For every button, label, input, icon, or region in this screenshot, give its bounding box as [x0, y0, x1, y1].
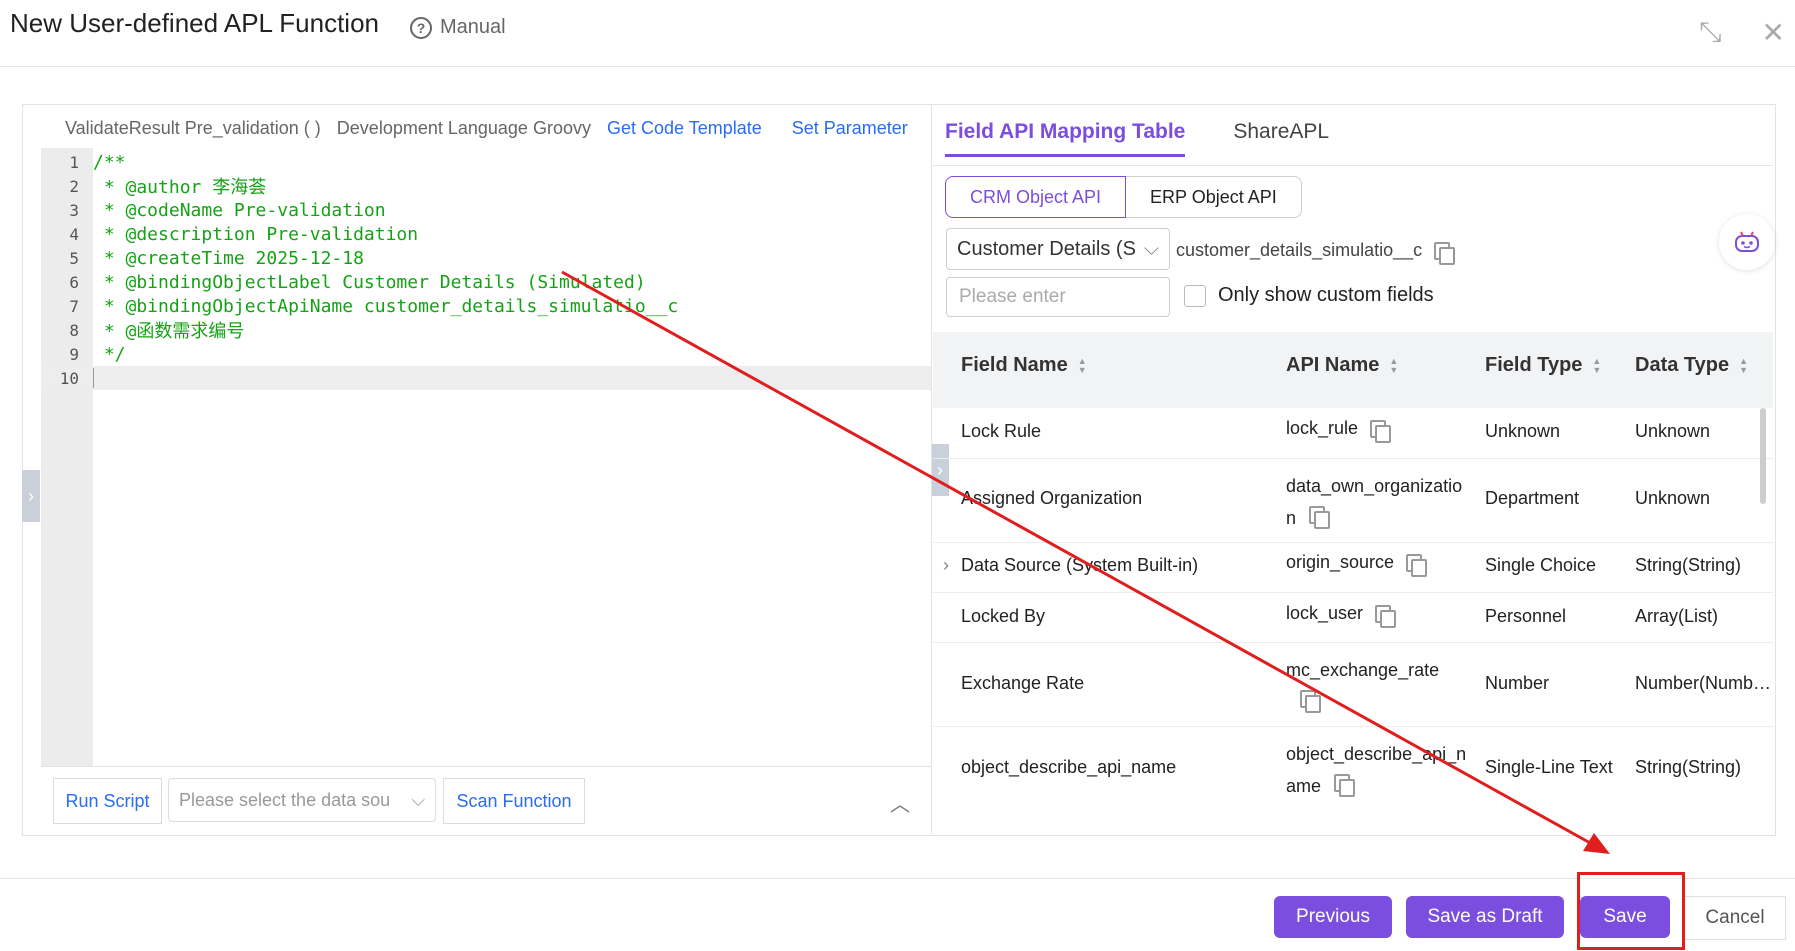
highlight-box	[1577, 872, 1685, 950]
previous-button[interactable]: Previous	[1274, 896, 1392, 938]
segment-crm-object-api[interactable]: CRM Object API	[945, 176, 1127, 218]
code-line: 5 * @createTime 2025-12-18	[69, 247, 364, 269]
code-line: 6 * @bindingObjectLabel Customer Details…	[69, 271, 646, 293]
data-source-select[interactable]: Please select the data sou ⌵	[168, 778, 436, 822]
code-lines[interactable]: 1/** 2 * @author 李海荟 3 * @codeName Pre-v…	[41, 150, 931, 390]
col-field-type[interactable]: Field Type ▲ ▼	[1485, 354, 1601, 377]
collapse-icon[interactable]: ︿	[890, 788, 910, 817]
field-type-cell: Number	[1485, 673, 1550, 693]
col-field-name[interactable]: Field Name ▲ ▼	[961, 354, 1087, 377]
data-type-cell: Number(Numb…	[1635, 673, 1772, 693]
run-script-button[interactable]: Run Script	[53, 778, 162, 824]
scan-function-button[interactable]: Scan Function	[443, 778, 585, 824]
get-code-template-link[interactable]: Get Code Template	[607, 118, 762, 139]
manual-link[interactable]: ? Manual	[410, 16, 506, 39]
text-caret	[93, 368, 94, 388]
field-type-cell: Single-Line Text	[1485, 757, 1613, 777]
header-divider	[0, 66, 1795, 67]
tab-shareapl[interactable]: ShareAPL	[1233, 120, 1329, 157]
object-select[interactable]: Customer Details (S ⌵	[946, 228, 1170, 270]
code-line: 7 * @bindingObjectApiName customer_detai…	[69, 295, 679, 317]
field-name-cell: Exchange Rate	[961, 673, 1085, 693]
object-select-value: Customer Details (S	[957, 237, 1136, 260]
field-name-cell: Lock Rule	[961, 421, 1042, 441]
field-name-cell: Data Source (System Built-in)	[961, 555, 1199, 575]
chevron-down-icon: ⌵	[1143, 237, 1159, 260]
sort-icon[interactable]: ▲ ▼	[1739, 356, 1748, 375]
code-line: 3 * @codeName Pre-validation	[69, 199, 386, 221]
code-line: 9 */	[69, 343, 126, 365]
tab-field-api-mapping[interactable]: Field API Mapping Table	[945, 120, 1186, 157]
code-line: 1/**	[69, 151, 126, 173]
right-panel-tabs: Field API Mapping Table ShareAPL	[945, 120, 1329, 157]
code-line-current: 10	[41, 366, 931, 390]
field-name-cell: Assigned Organization	[961, 488, 1143, 508]
data-type-cell: Array(List)	[1635, 606, 1719, 626]
language-label: Development Language Groovy	[336, 118, 591, 138]
copy-icon[interactable]	[1375, 604, 1397, 628]
custom-fields-checkbox[interactable]: Only show custom fields	[1184, 284, 1434, 307]
field-type-cell: Personnel	[1485, 606, 1567, 626]
field-search-input[interactable]: Please enter	[946, 277, 1170, 317]
close-icon[interactable]: ✕	[1762, 16, 1785, 49]
copy-icon[interactable]	[1334, 774, 1356, 797]
copy-icon[interactable]	[1434, 241, 1456, 265]
field-type-cell: Single Choice	[1485, 555, 1597, 575]
col-data-type[interactable]: Data Type ▲ ▼	[1635, 354, 1748, 377]
tab-divider	[933, 165, 1773, 166]
field-type-cell: Unknown	[1485, 421, 1561, 441]
data-type-cell: Unknown	[1635, 488, 1711, 508]
segment-erp-object-api[interactable]: ERP Object API	[1126, 176, 1302, 218]
col-api-name[interactable]: API Name ▲ ▼	[1286, 354, 1398, 377]
api-name-cell: lock_user	[1286, 603, 1397, 628]
dialog-title: New User-defined APL Function	[10, 8, 380, 38]
object-api-name: customer_details_simulatio__c	[1176, 240, 1456, 265]
code-line: 8 * @函数需求编号	[69, 320, 245, 343]
panel-divider	[931, 104, 932, 834]
custom-fields-label: Only show custom fields	[1218, 284, 1434, 306]
chevron-down-icon: ⌵	[411, 789, 425, 810]
set-parameter-link[interactable]: Set Parameter	[792, 118, 908, 139]
ai-assistant-icon[interactable]	[1719, 214, 1775, 270]
manual-label: Manual	[440, 16, 506, 38]
help-icon: ?	[410, 16, 432, 39]
field-type-cell: Department	[1485, 488, 1580, 508]
expand-row-icon[interactable]: ›	[943, 555, 949, 576]
object-api-segment: CRM Object API ERP Object API	[945, 176, 1302, 218]
copy-icon[interactable]	[1309, 506, 1331, 529]
copy-icon[interactable]	[1300, 690, 1321, 713]
api-name-cell: origin_source	[1286, 552, 1428, 577]
robot-icon	[1735, 231, 1759, 252]
table-scrollbar[interactable]	[1760, 408, 1766, 504]
copy-icon[interactable]	[1370, 419, 1392, 443]
code-line: 4 * @description Pre-validation	[69, 223, 419, 245]
field-name-cell: Locked By	[961, 606, 1046, 626]
expand-left-handle[interactable]: ›	[22, 470, 40, 522]
data-source-placeholder: Please select the data sou	[179, 789, 391, 810]
editor-toolbar: ValidateResult Pre_validation ( ) Develo…	[65, 118, 908, 139]
api-name-cell: lock_rule	[1286, 418, 1392, 443]
function-signature: ValidateResult Pre_validation ( )	[65, 118, 321, 138]
data-type-cell: String(String)	[1635, 555, 1742, 575]
sort-icon[interactable]: ▲ ▼	[1592, 356, 1601, 375]
checkbox-box[interactable]	[1184, 284, 1206, 307]
field-name-cell: object_describe_api_name	[961, 757, 1177, 777]
api-name-cell: mc_exchange_rate	[1286, 654, 1439, 718]
data-type-cell: String(String)	[1635, 757, 1742, 777]
cancel-button[interactable]: Cancel	[1684, 896, 1786, 940]
api-name-cell: object_describe_api_n ame	[1286, 744, 1467, 797]
copy-icon[interactable]	[1406, 553, 1428, 577]
sort-icon[interactable]: ▲ ▼	[1078, 356, 1087, 375]
save-as-draft-button[interactable]: Save as Draft	[1406, 896, 1564, 938]
code-line: 2 * @author 李海荟	[69, 176, 267, 199]
data-type-cell: Unknown	[1635, 421, 1711, 441]
minimize-icon[interactable]: ⤡	[1699, 16, 1721, 49]
api-name-cell: data_own_organizatio n	[1286, 476, 1463, 529]
sort-icon[interactable]: ▲ ▼	[1389, 356, 1398, 375]
footer-divider	[0, 878, 1795, 879]
